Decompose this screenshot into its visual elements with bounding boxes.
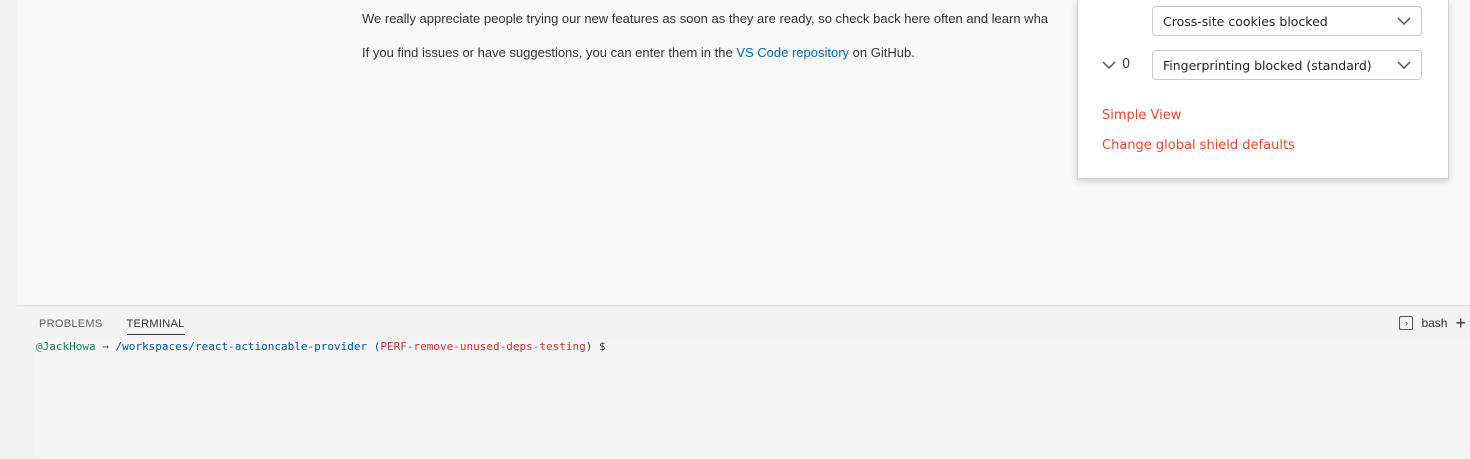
terminal-prompt-line: @JackHowa → /workspaces/react-actioncabl… <box>36 340 606 353</box>
shields-panel: Cross-site cookies blocked 0 Fingerprint… <box>1077 0 1449 179</box>
terminal-prompt-symbol: $ <box>592 340 606 353</box>
cookies-select-value: Cross-site cookies blocked <box>1163 13 1328 29</box>
release-notes-paragraph: We really appreciate people trying our n… <box>362 11 1049 26</box>
cookies-select[interactable]: Cross-site cookies blocked <box>1152 6 1422 36</box>
chevron-down-icon <box>1102 60 1116 69</box>
terminal-branch-open: ( <box>367 340 381 353</box>
fingerprinting-select[interactable]: Fingerprinting blocked (standard) <box>1152 50 1422 80</box>
new-terminal-icon[interactable]: + <box>1455 314 1470 332</box>
terminal-icon: › <box>1399 316 1414 330</box>
chevron-down-icon <box>1397 17 1411 26</box>
shell-label[interactable]: bash <box>1421 316 1447 330</box>
terminal-arrow: → <box>95 340 116 353</box>
simple-view-link[interactable]: Simple View <box>1102 108 1181 123</box>
terminal-path: /workspaces/react-actioncable-provider <box>115 340 368 353</box>
issues-paragraph: If you find issues or have suggestions, … <box>362 45 915 60</box>
panel-actions: › bash + <box>1399 314 1470 332</box>
change-global-defaults-link[interactable]: Change global shield defaults <box>1102 138 1295 153</box>
terminal-user: @JackHowa <box>36 340 96 353</box>
panel-tabs: PROBLEMS TERMINAL <box>39 318 185 335</box>
tab-terminal[interactable]: TERMINAL <box>126 318 185 335</box>
chevron-down-icon <box>1397 61 1411 70</box>
activity-bar-strip <box>0 0 17 458</box>
fingerprinting-select-value: Fingerprinting blocked (standard) <box>1163 57 1372 73</box>
terminal-gutter <box>17 339 34 458</box>
terminal-view[interactable]: @JackHowa → /workspaces/react-actioncabl… <box>17 339 1470 458</box>
terminal-branch: PERF-remove-unused-deps-testing <box>380 340 586 353</box>
vscode-repository-link[interactable]: VS Code repository <box>736 45 849 60</box>
fingerprinting-count: 0 <box>1122 57 1131 72</box>
fingerprinting-toggle[interactable]: 0 <box>1102 57 1130 72</box>
tab-problems[interactable]: PROBLEMS <box>39 318 103 335</box>
